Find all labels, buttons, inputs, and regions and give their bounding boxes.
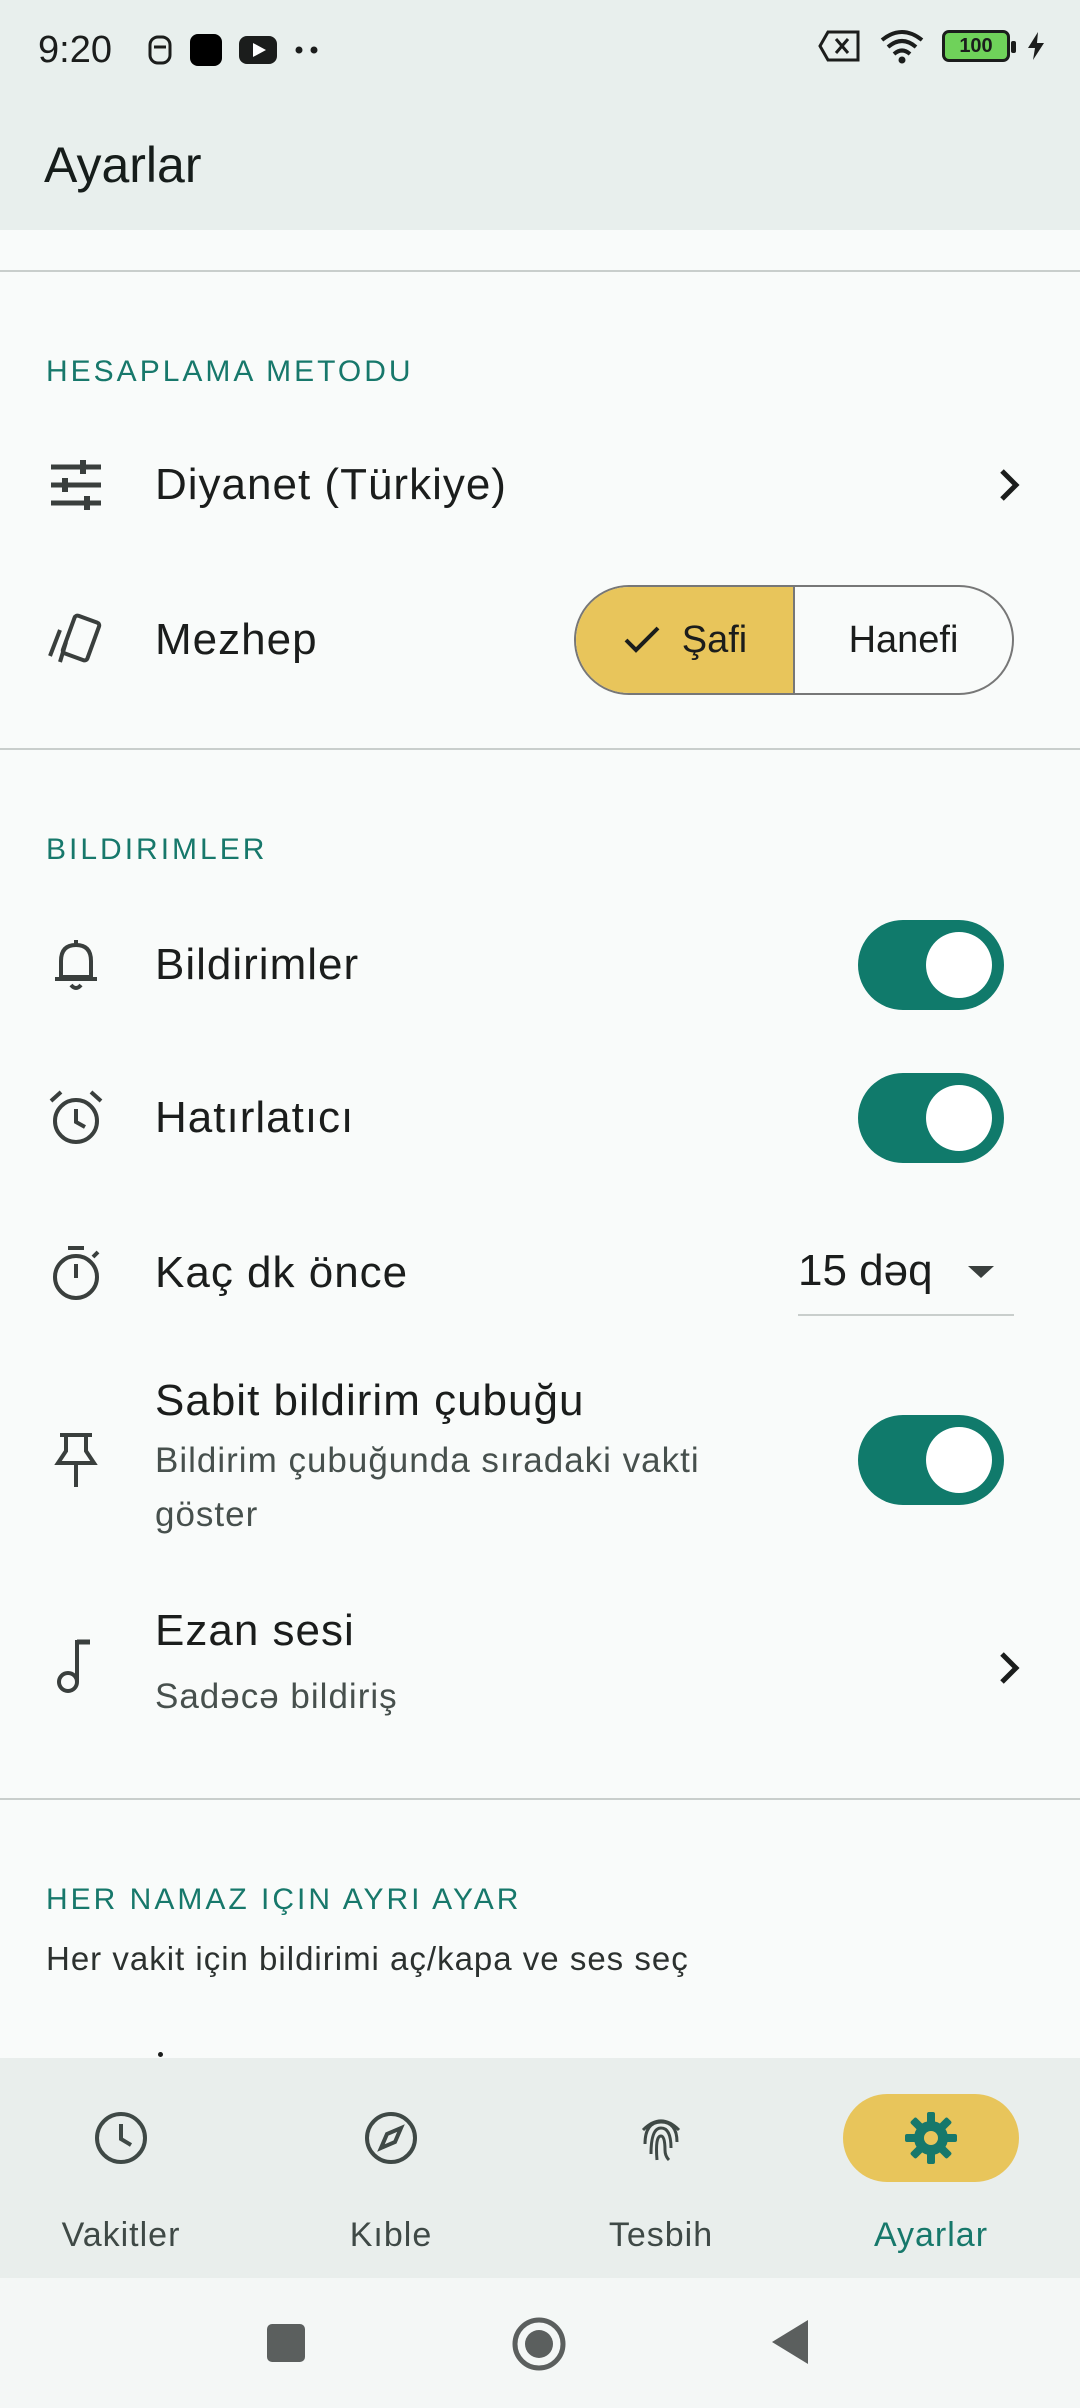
madhab-option-hanafi-label: Hanefi bbox=[848, 618, 959, 661]
alarm-icon bbox=[46, 1088, 106, 1148]
pin-icon bbox=[46, 1430, 106, 1490]
nav-item-ayarlar[interactable]: Ayarlar bbox=[810, 2058, 1080, 2278]
music-note-icon bbox=[46, 1635, 106, 1695]
nav-label-kible: Kıble bbox=[349, 2216, 433, 2254]
minutes-before-label: Kaç dk önce bbox=[155, 1248, 409, 1297]
dropdown-arrow-icon bbox=[968, 1266, 994, 1278]
gear-icon bbox=[905, 2112, 957, 2164]
toggle-knob bbox=[926, 932, 992, 998]
minutes-before-value: 15 dəq bbox=[798, 1246, 933, 1295]
minutes-before-dropdown[interactable]: 15 dəq bbox=[798, 1240, 1014, 1316]
nav-label-vakitler: Vakitler bbox=[61, 2216, 181, 2254]
madhab-option-shafi[interactable]: Şafi bbox=[576, 587, 795, 693]
back-button[interactable] bbox=[770, 2318, 810, 2366]
more-dots-icon bbox=[295, 46, 318, 54]
status-time: 9:20 bbox=[38, 28, 112, 71]
youtube-icon bbox=[238, 36, 277, 64]
calculation-method-label: Diyanet (Türkiye) bbox=[155, 460, 507, 509]
sticky-notification-sublabel: Bildirim çubuğunda sıradaki vakti göster bbox=[155, 1441, 700, 1534]
nav-indicator-active bbox=[843, 2094, 1019, 2182]
tune-icon bbox=[46, 455, 106, 515]
timer-icon bbox=[46, 1243, 106, 1303]
sticky-notification-label: Sabit bildirim çubuğu bbox=[155, 1376, 585, 1425]
charging-icon bbox=[1028, 32, 1044, 60]
battery-indicator: 100 bbox=[942, 30, 1016, 62]
scroll-indicator-dot bbox=[158, 2052, 163, 2057]
chevron-right-icon bbox=[1000, 469, 1020, 501]
fingerprint-icon bbox=[641, 2119, 681, 2162]
toggle-knob bbox=[926, 1085, 992, 1151]
app-bar: Ayarlar bbox=[0, 100, 1080, 230]
status-left: 9:20 bbox=[38, 29, 322, 72]
nav-indicator bbox=[573, 2094, 749, 2182]
compass-icon bbox=[365, 2112, 417, 2164]
per-prayer-description: Her vakit için bildirimi aç/kapa ve ses … bbox=[46, 1940, 689, 1977]
nav-item-kible[interactable]: Kıble bbox=[270, 2058, 540, 2278]
battery-level: 100 bbox=[959, 34, 993, 57]
nav-item-vakitler[interactable]: Vakitler bbox=[0, 2058, 270, 2278]
toggle-knob bbox=[926, 1427, 992, 1493]
madhab-segmented-control: Şafi Hanefi bbox=[574, 585, 1014, 695]
section-header-notifications: BILDIRIMLER bbox=[46, 833, 268, 866]
status-right: 100 bbox=[818, 28, 1046, 64]
sticky-notification-toggle[interactable] bbox=[858, 1415, 1004, 1505]
notifications-label: Bildirimler bbox=[155, 940, 360, 989]
nav-indicator bbox=[33, 2094, 209, 2182]
system-navigation-bar bbox=[0, 2278, 1080, 2408]
nav-item-tesbih[interactable]: Tesbih bbox=[540, 2058, 810, 2278]
wifi-icon bbox=[880, 30, 924, 64]
clock-icon bbox=[95, 2112, 147, 2164]
section-divider bbox=[0, 270, 1080, 272]
no-sim-icon bbox=[818, 30, 860, 62]
section-header-per-prayer: HER NAMAZ IÇIN AYRI AYAR bbox=[46, 1883, 522, 1916]
madhab-option-shafi-label: Şafi bbox=[681, 618, 748, 661]
nav-label-tesbih: Tesbih bbox=[608, 2216, 714, 2254]
chevron-right-icon bbox=[1000, 1652, 1020, 1684]
madhab-label: Mezhep bbox=[155, 615, 318, 664]
notification-icon bbox=[148, 35, 172, 65]
madhab-option-hanafi[interactable]: Hanefi bbox=[795, 587, 1012, 693]
section-header-calculation: HESAPLAMA METODU bbox=[46, 355, 414, 388]
nav-indicator bbox=[303, 2094, 479, 2182]
section-divider bbox=[0, 1798, 1080, 1800]
home-button[interactable] bbox=[511, 2316, 567, 2372]
calculation-method-row[interactable]: Diyanet (Türkiye) bbox=[0, 430, 1080, 540]
app-icon bbox=[189, 34, 222, 66]
bell-icon bbox=[46, 935, 106, 995]
nav-label-ayarlar: Ayarlar bbox=[873, 2216, 989, 2254]
check-icon bbox=[624, 626, 660, 653]
bottom-navigation: Vakitler Kıble Tesbih Ayarlar bbox=[0, 2058, 1080, 2278]
recents-button[interactable] bbox=[266, 2323, 306, 2363]
status-bar: 9:20 100 bbox=[0, 0, 1080, 100]
notifications-toggle[interactable] bbox=[858, 920, 1004, 1010]
adhan-sound-row[interactable]: Ezan sesi Sadəcə bildiriş bbox=[0, 1600, 1080, 1730]
cards-icon bbox=[46, 610, 106, 670]
page-title: Ayarlar bbox=[44, 137, 202, 193]
section-divider bbox=[0, 748, 1080, 750]
reminder-toggle[interactable] bbox=[858, 1073, 1004, 1163]
adhan-sound-label: Ezan sesi bbox=[155, 1606, 355, 1655]
adhan-sound-sublabel: Sadəcə bildiriş bbox=[155, 1677, 398, 1716]
reminder-label: Hatırlatıcı bbox=[155, 1093, 355, 1142]
